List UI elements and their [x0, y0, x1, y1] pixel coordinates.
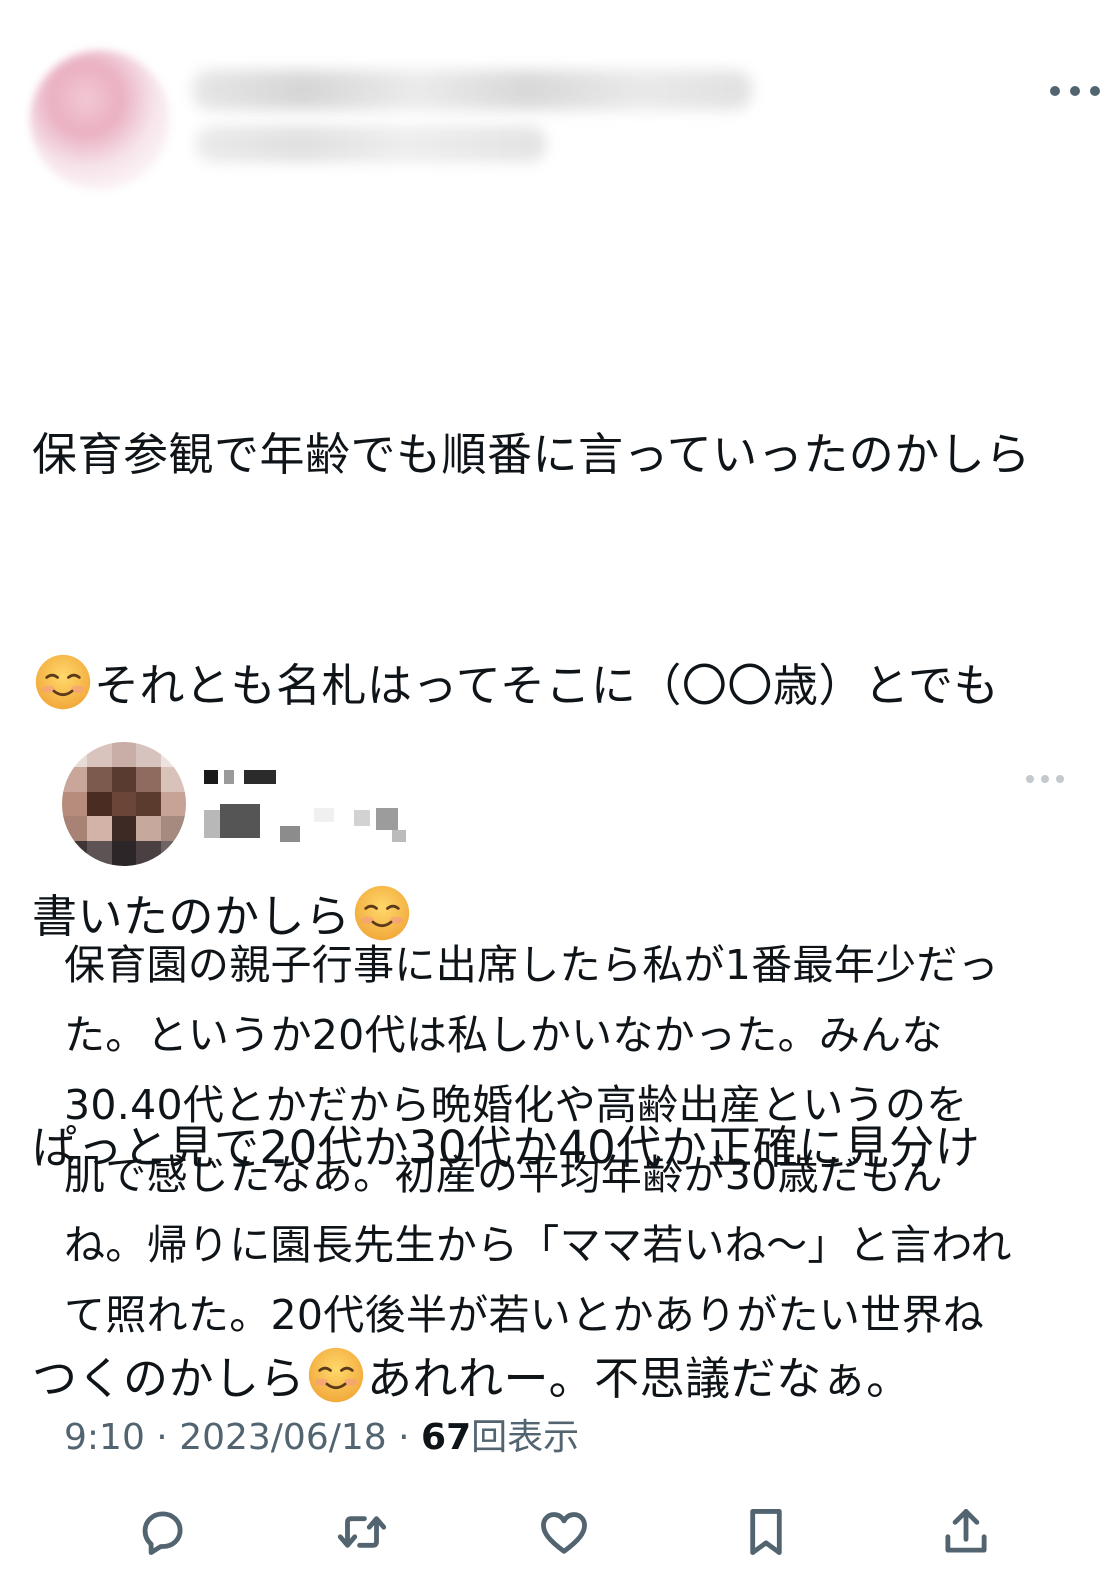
views-count[interactable]: 67	[421, 1417, 471, 1458]
heart-icon[interactable]	[532, 1500, 596, 1564]
quoted-author-avatar[interactable]	[62, 742, 186, 866]
reply-icon[interactable]	[130, 1500, 194, 1564]
quoted-text-line: 保育園の親子行事に出席したら私が1番最年少だっ	[64, 941, 999, 989]
quoted-text-line: た。というか20代は私しかいなかった。みんな	[64, 1011, 943, 1059]
author-name-redacted[interactable]	[192, 70, 752, 110]
action-bar	[0, 1500, 1118, 1570]
post-time[interactable]: 9:10	[64, 1417, 145, 1458]
share-icon[interactable]	[934, 1500, 998, 1564]
post-text-line: 保育参観で年齢でも順番に言っていったのかしら	[32, 428, 1031, 481]
bookmark-icon[interactable]	[734, 1500, 798, 1564]
post-meta: 9:10 · 2023/06/18 · 67回表示	[64, 1414, 579, 1462]
meta-separator: ·	[144, 1417, 180, 1458]
smiling-face-icon	[308, 1347, 364, 1403]
author-handle-redacted[interactable]	[196, 126, 546, 162]
smiling-face-icon	[35, 654, 91, 710]
meta-separator: ·	[386, 1417, 422, 1458]
more-options-icon[interactable]	[1050, 80, 1100, 102]
post-text-line: つくのかしら あれれー。不思議だなぁ。	[32, 1340, 1102, 1417]
views-label[interactable]: 回表示	[471, 1417, 579, 1458]
quoted-more-options-icon[interactable]	[1026, 772, 1064, 786]
quoted-post-text: 保育園の親子行事に出席したら私が1番最年少だっ た。というか20代は私しかいなか…	[64, 930, 1094, 1350]
post-date[interactable]: 2023/06/18	[179, 1417, 387, 1458]
author-avatar[interactable]	[30, 50, 170, 190]
quoted-text-line: 30.40代とかだから晩婚化や高齢出産というのを	[64, 1081, 968, 1129]
post-text-line: それとも名札はってそこに（〇〇歳）とでも	[32, 647, 1102, 724]
retweet-icon[interactable]	[330, 1500, 394, 1564]
quoted-text-line: 肌で感じたなあ。初産の平均年齢が30歳だもん	[64, 1151, 943, 1199]
quoted-text-line: て照れた。20代後半が若いとかありがたい世界ね	[64, 1291, 985, 1339]
quoted-text-line: ね。帰りに園長先生から「ママ若いね〜」と言われ	[64, 1221, 1012, 1269]
